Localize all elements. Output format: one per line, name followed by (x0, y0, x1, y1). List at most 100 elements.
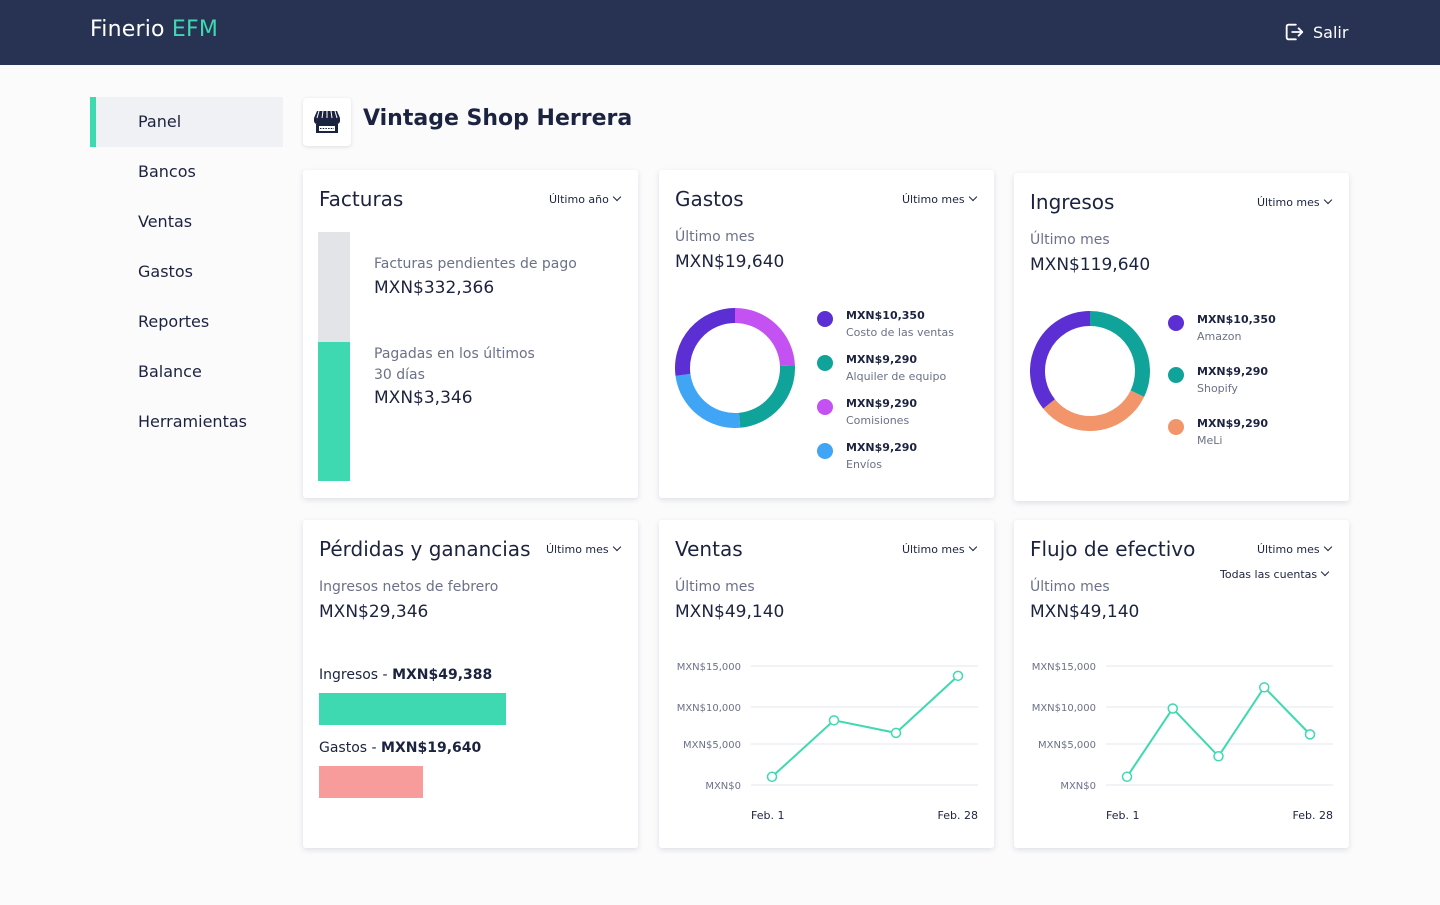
logout-button[interactable]: Salir (1283, 21, 1348, 43)
facturas-title: Facturas (319, 187, 404, 211)
flujo-card: Flujo de efectivo Último mes Todas las c… (1014, 520, 1349, 848)
donut-slice (1030, 311, 1091, 409)
legend-label: Alquiler de equipo (846, 370, 947, 383)
app-logo[interactable]: Finerio EFM (90, 17, 218, 42)
flujo-title: Flujo de efectivo (1030, 537, 1196, 561)
sidebar-item-balance[interactable]: Balance (90, 347, 283, 397)
gastos-title: Gastos (675, 187, 744, 211)
pyg-income-label-text: Ingresos - (319, 667, 393, 683)
x-tick-label: Feb. 1 (1106, 809, 1139, 822)
gastos-legend-item: MXN$9,290 Alquiler de equipo (817, 352, 946, 385)
ingresos-legend-item: MXN$10,350 Amazon (1168, 312, 1276, 345)
gastos-legend-item: MXN$10,350 Costo de las ventas (817, 308, 954, 341)
page-title: Vintage Shop Herrera (363, 106, 633, 131)
ingresos-legend-item: MXN$9,290 Shopify (1168, 364, 1268, 397)
legend-label: Envíos (846, 458, 882, 471)
pyg-income-bar (319, 693, 506, 725)
legend-dot-icon (1168, 315, 1184, 331)
facturas-pending-value: MXN$332,366 (374, 278, 495, 298)
gastos-period-label: Último mes (675, 229, 755, 245)
legend-value: MXN$9,290 (846, 353, 918, 366)
facturas-pending-bar (318, 232, 350, 481)
y-tick-label: MXN$10,000 (677, 703, 741, 714)
pyg-expense-value: MXN$19,640 (381, 740, 482, 756)
y-tick-label: MXN$5,000 (683, 740, 741, 751)
gastos-legend-item: MXN$9,290 Envíos (817, 440, 917, 473)
ventas-period-dropdown[interactable]: Último mes (902, 543, 976, 556)
donut-slice (738, 365, 795, 428)
facturas-paid-value: MXN$3,346 (374, 388, 473, 408)
gastos-total: MXN$19,640 (675, 252, 785, 272)
y-tick-label: MXN$0 (1060, 781, 1096, 792)
sidebar-item-panel[interactable]: Panel (90, 97, 283, 147)
x-tick-label: Feb. 28 (1293, 809, 1333, 822)
flujo-period-dropdown[interactable]: Último mes (1257, 543, 1331, 556)
ventas-line-chart: MXN$0 MXN$5,000 MXN$10,000 MXN$15,000 Feb. 1… (677, 662, 978, 822)
sidebar: Panel Bancos Ventas Gastos Reportes Bala… (90, 97, 283, 447)
sidebar-item-herramientas[interactable]: Herramientas (90, 397, 283, 447)
donut-slice (1089, 311, 1150, 397)
legend-dot-icon (817, 311, 833, 327)
donut-slice (675, 373, 741, 428)
pyg-income-label: Ingresos - MXN$49,388 (319, 667, 492, 683)
x-tick-label: Feb. 1 (751, 809, 784, 822)
y-tick-label: MXN$15,000 (677, 662, 741, 673)
legend-dot-icon (1168, 419, 1184, 435)
facturas-paid-label: Pagadas en los últimos (374, 346, 535, 362)
legend-label: Costo de las ventas (846, 326, 954, 339)
storefront-icon (303, 98, 351, 146)
data-point (1167, 703, 1178, 714)
app-name: Finerio (90, 17, 165, 42)
legend-label: Shopify (1197, 382, 1238, 395)
gastos-donut-chart (675, 308, 795, 428)
ventas-title: Ventas (675, 537, 743, 561)
flujo-line-chart: MXN$0 MXN$5,000 MXN$10,000 MXN$15,000 Feb. 1… (1032, 662, 1333, 822)
data-point (1121, 771, 1133, 783)
legend-label: MeLi (1197, 434, 1223, 447)
gastos-card: Gastos Último mes Último mes MXN$19,640 … (659, 170, 994, 498)
data-point (1213, 751, 1224, 762)
pyg-income-value: MXN$49,388 (392, 667, 493, 683)
ingresos-card: Ingresos Último mes Último mes MXN$119,6… (1014, 173, 1349, 501)
y-tick-label: MXN$0 (705, 781, 741, 792)
app-name-accent: EFM (171, 17, 219, 42)
sidebar-item-gastos[interactable]: Gastos (90, 247, 283, 297)
x-tick-label: Feb. 28 (938, 809, 978, 822)
top-bar: Finerio EFM Salir (0, 0, 1440, 65)
y-tick-label: MXN$15,000 (1032, 662, 1096, 673)
y-tick-label: MXN$10,000 (1032, 703, 1096, 714)
data-point (766, 771, 778, 783)
pyg-expense-label: Gastos - MXN$19,640 (319, 740, 481, 756)
gastos-period-dropdown[interactable]: Último mes (902, 193, 976, 206)
facturas-period-dropdown[interactable]: Último año (549, 193, 620, 206)
logout-label: Salir (1313, 22, 1349, 42)
sidebar-item-bancos[interactable]: Bancos (90, 147, 283, 197)
donut-slice (734, 308, 795, 367)
sidebar-item-reportes[interactable]: Reportes (90, 297, 283, 347)
ventas-card: Ventas Último mes Último mes MXN$49,140 … (659, 520, 994, 848)
ventas-period-label: Último mes (675, 579, 755, 595)
pyg-subtitle: Ingresos netos de febrero (319, 579, 499, 595)
legend-value: MXN$10,350 (846, 309, 925, 322)
legend-value: MXN$9,290 (846, 441, 918, 454)
flujo-period-label: Último mes (1030, 579, 1110, 595)
sidebar-item-ventas[interactable]: Ventas (90, 197, 283, 247)
data-point (828, 715, 840, 726)
ingresos-period-dropdown[interactable]: Último mes (1257, 196, 1331, 209)
legend-value: MXN$10,350 (1197, 313, 1276, 326)
legend-dot-icon (817, 443, 833, 459)
pyg-period-dropdown[interactable]: Último mes (546, 543, 620, 556)
ventas-total: MXN$49,140 (675, 602, 785, 622)
facturas-pending-label: Facturas pendientes de pago (374, 256, 577, 272)
ingresos-legend-item: MXN$9,290 MeLi (1168, 416, 1268, 449)
legend-dot-icon (817, 399, 833, 415)
flujo-account-dropdown[interactable]: Todas las cuentas (1220, 568, 1328, 581)
ingresos-total: MXN$119,640 (1030, 255, 1151, 275)
facturas-paid-label-days: 30 días (374, 367, 425, 383)
data-point (1304, 729, 1316, 740)
pyg-net-value: MXN$29,346 (319, 602, 429, 622)
gastos-legend-item: MXN$9,290 Comisiones (817, 396, 917, 429)
legend-dot-icon (817, 355, 833, 371)
legend-label: Comisiones (846, 414, 910, 427)
facturas-card: Facturas Último año Facturas pendientes … (303, 170, 638, 498)
